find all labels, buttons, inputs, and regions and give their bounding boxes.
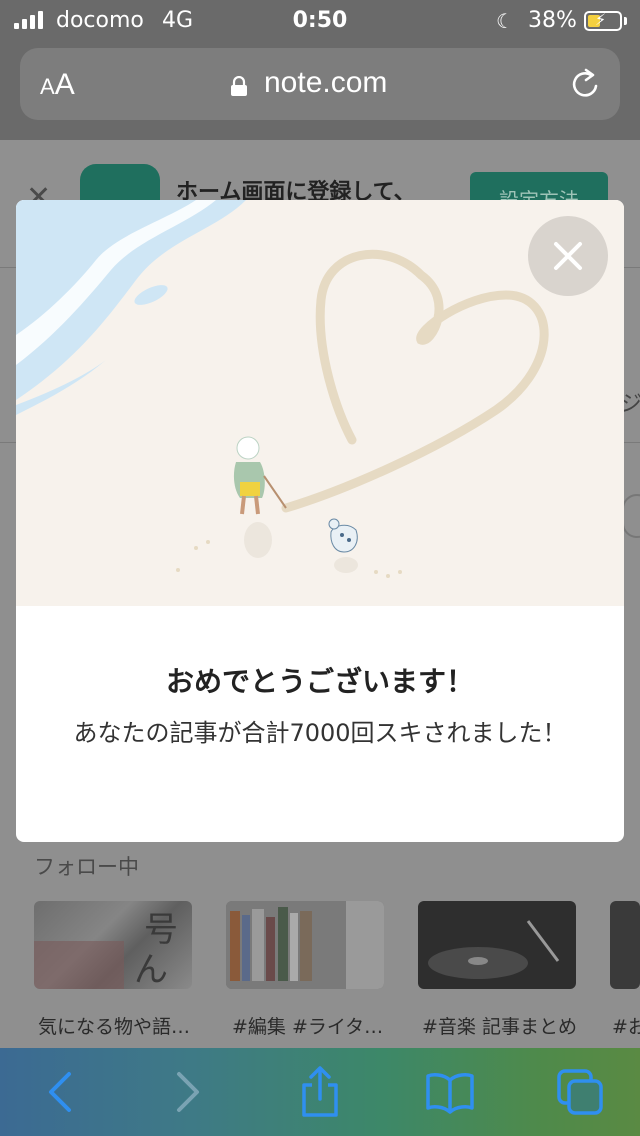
do-not-disturb-icon: ☾ [496,9,514,33]
following-item-title[interactable]: #音楽 記事まとめ [422,1012,577,1039]
following-item-thumbnail[interactable] [226,901,384,989]
status-bar: docomo 4G 0:50 ☾ 38% ⚡ [0,0,640,40]
following-section-label: フォロー中 [34,855,139,879]
edge-chip-fragment [622,494,640,538]
text-size-button[interactable]: AA [40,68,75,102]
lock-icon [231,76,247,96]
modal-title: おめでとうございます！ [165,665,474,698]
modal-message: あなたの記事が合計7000回スキされました！ [73,719,567,747]
svg-text:号: 号 [144,910,178,950]
following-item-thumbnail[interactable]: 号ん [34,901,192,989]
battery-cap [624,17,627,25]
battery-icon: ⚡ [584,10,622,31]
reload-icon[interactable] [568,66,604,102]
close-icon [554,242,582,270]
congratulations-modal: おめでとうございます！ あなたの記事が合計7000回スキされました！ [16,200,624,842]
share-button[interactable] [280,1048,360,1136]
modal-close-button[interactable] [528,216,608,296]
chevron-right-icon [177,1072,199,1112]
following-item-title[interactable]: #編集 #ライタ… [232,1012,383,1039]
share-icon [302,1066,338,1117]
bookmarks-button[interactable] [410,1048,490,1136]
forward-button[interactable] [148,1048,228,1136]
following-item-thumbnail[interactable] [610,901,640,989]
back-button[interactable] [20,1048,100,1136]
url-text[interactable]: note.com [264,66,387,100]
battery-percent: 38% [528,8,577,33]
browser-header: AA note.com [0,40,640,140]
svg-text:ん: ん [134,950,168,989]
tabs-button[interactable] [540,1048,620,1136]
chevron-left-icon [49,1072,71,1112]
following-item-title[interactable]: 気になる物や語… [38,1012,190,1039]
browser-toolbar [0,1048,640,1136]
book-icon [426,1073,474,1114]
tabs-icon [557,1069,603,1115]
following-item-thumbnail[interactable] [418,901,576,989]
address-bar[interactable]: AA note.com [20,48,620,120]
following-item-title[interactable]: #お [612,1012,640,1039]
